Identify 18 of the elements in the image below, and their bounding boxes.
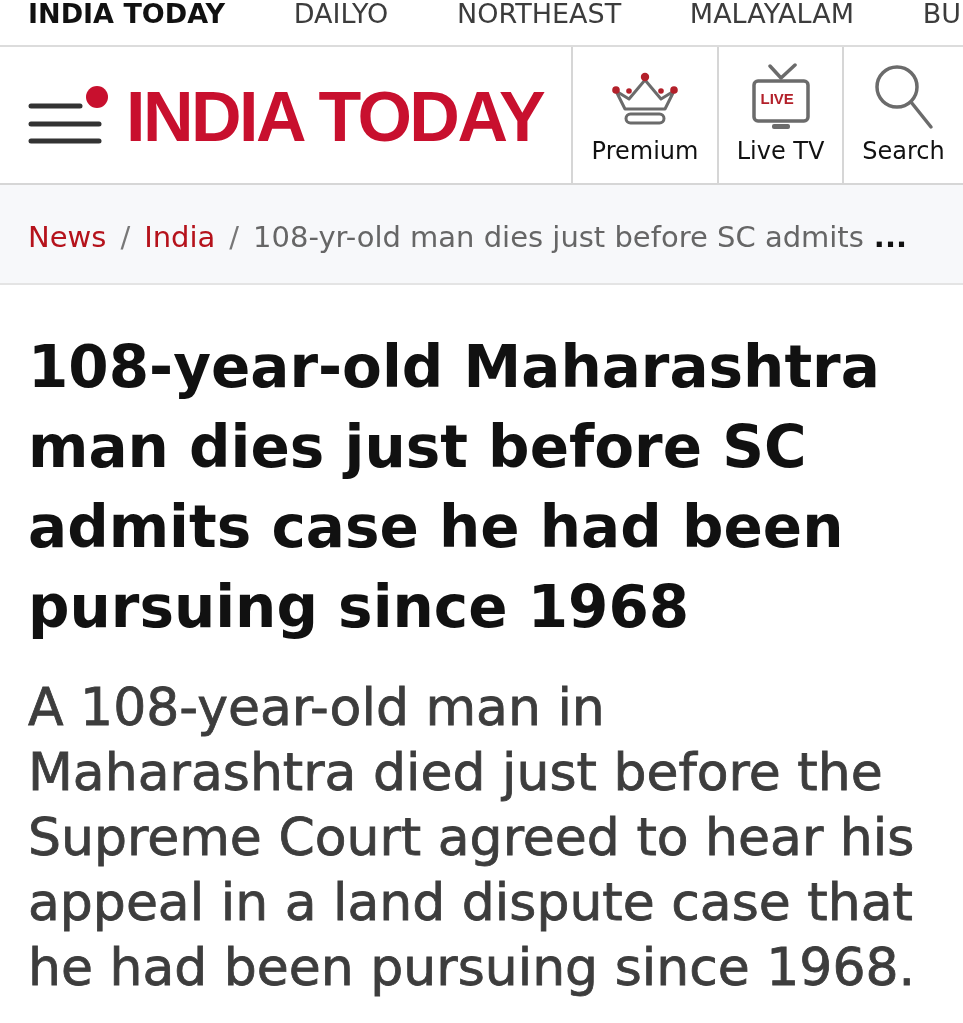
top-nav-link[interactable]: NORTHEAST [456, 0, 622, 28]
live-badge-text: LIVE [760, 91, 794, 107]
article-headline: 108-year-old Maharashtra man dies just before SC admits case he had been pursuing since 1968 [28, 332, 881, 643]
breadcrumb-current-page: 108-yr-old man dies just before SC admits [253, 219, 864, 255]
top-nav-link[interactable]: INDIA TODAY [28, 0, 226, 28]
top-nav-link[interactable]: DAILYO [293, 0, 389, 28]
breadcrumb-separator: / [120, 219, 131, 255]
menu-icon[interactable] [28, 85, 110, 145]
breadcrumb-separator: / [229, 219, 240, 255]
top-nav-link[interactable]: MALAYALAM [689, 0, 854, 28]
article-summary: A 108-year-old man in Maharashtra died just before the Supreme Court agreed to hear his appeal in a land dispute case that he had been pursuing since 1968. [28, 676, 917, 999]
top-nav-link[interactable]: BU [922, 0, 961, 28]
search-icon [873, 64, 934, 130]
breadcrumb-link[interactable]: News [28, 219, 107, 255]
ellipsis-mark: ... [873, 219, 907, 255]
tv-icon [751, 63, 810, 131]
breadcrumb-link[interactable]: India [144, 219, 216, 255]
logo-wordmark[interactable]: INDIA TODAY [126, 78, 544, 152]
